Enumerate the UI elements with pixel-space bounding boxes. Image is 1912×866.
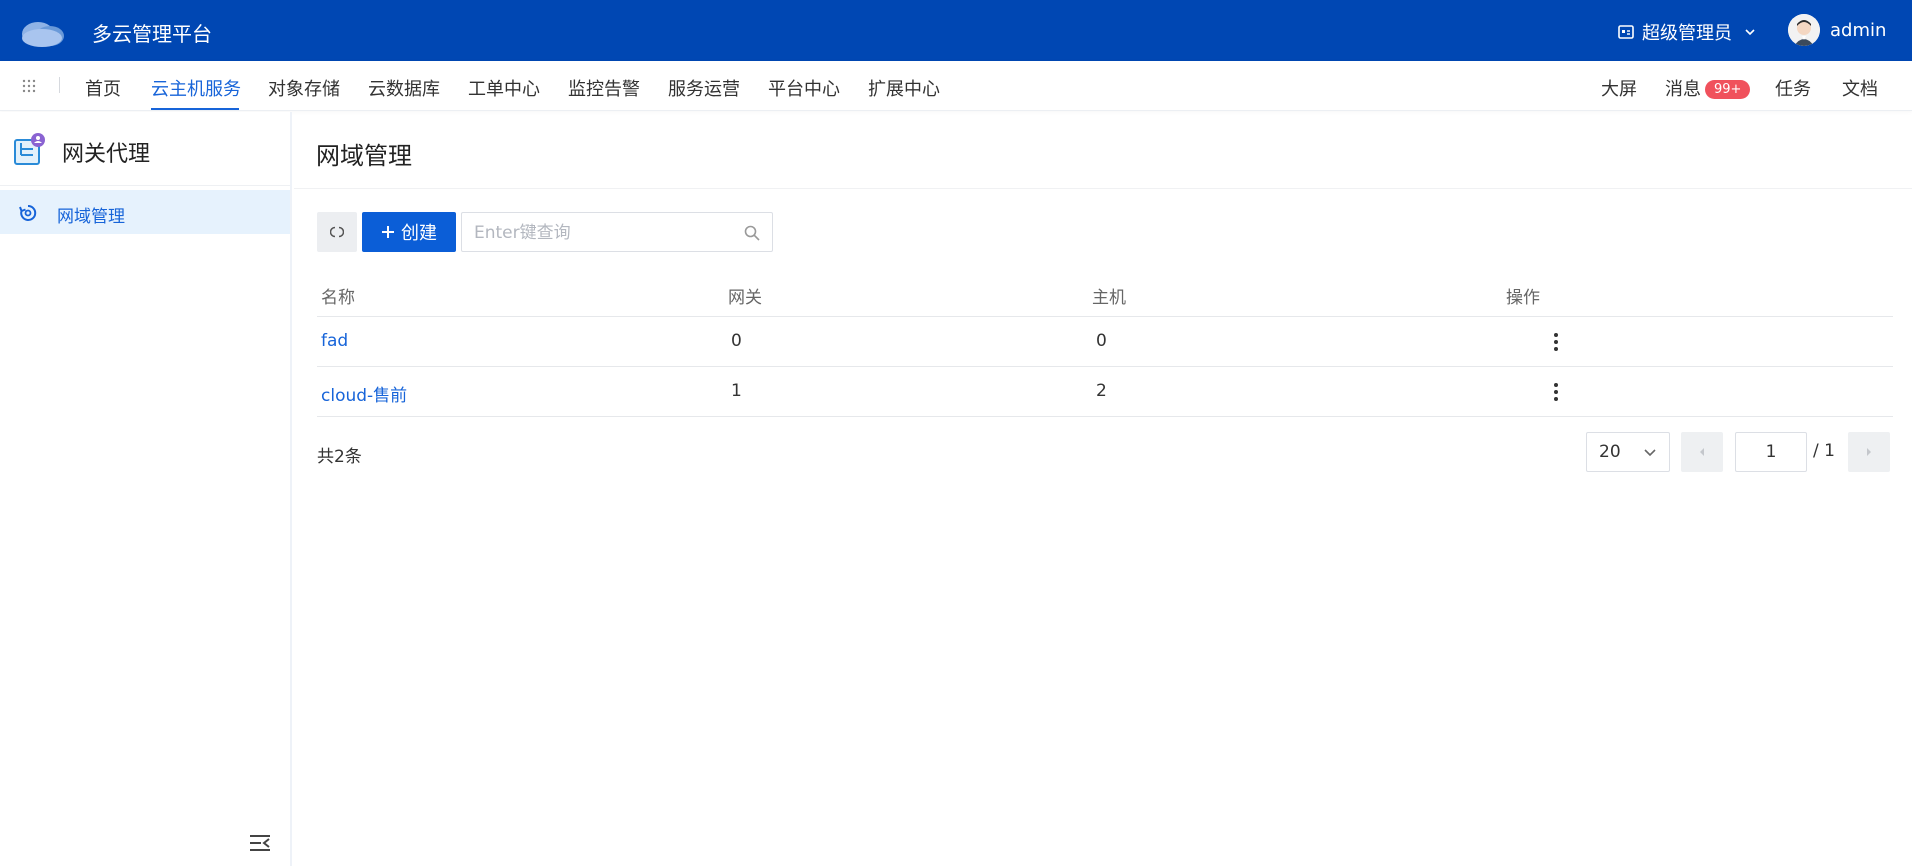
plus-icon (382, 226, 394, 238)
sidebar-header: 网关代理 (0, 112, 290, 186)
sidebar-item-domain-management[interactable]: 网域管理 (0, 190, 290, 234)
table-row: fad 0 0 (317, 317, 1893, 367)
nav-item-cloud-host[interactable]: 云主机服务 (151, 75, 241, 101)
search-icon[interactable] (744, 225, 760, 241)
column-header-host: 主机 (1092, 288, 1126, 308)
nav-bigscreen-link[interactable]: 大屏 (1601, 75, 1637, 101)
platform-name: 多云管理平台 (92, 22, 212, 46)
cloud-logo-icon[interactable] (18, 14, 66, 48)
active-tab-indicator (151, 108, 239, 110)
nav-item-ticket-center[interactable]: 工单中心 (468, 75, 540, 101)
page-title: 网域管理 (316, 142, 412, 170)
nav-item-service-ops[interactable]: 服务运营 (668, 75, 740, 101)
collapse-sidebar-icon[interactable] (249, 834, 271, 852)
nav-item-extension-center[interactable]: 扩展中心 (868, 75, 940, 101)
gateway-proxy-icon (14, 133, 45, 165)
role-label: 超级管理员 (1642, 23, 1732, 44)
search-input[interactable] (474, 222, 734, 244)
main-content: 网域管理 创建 名称 网关 主机 操作 fad 0 0 (294, 112, 1912, 866)
prev-page-button[interactable] (1681, 432, 1723, 472)
row-name-link[interactable]: fad (321, 331, 348, 351)
sidebar: 网关代理 网域管理 (0, 112, 292, 866)
id-card-icon (1618, 25, 1634, 39)
user-menu[interactable]: admin (1788, 14, 1886, 46)
nav-item-monitoring[interactable]: 监控告警 (568, 75, 640, 101)
total-pages: / 1 (1813, 441, 1835, 461)
table-row: cloud-售前 1 2 (317, 367, 1893, 417)
title-divider (294, 188, 1912, 189)
page-size-value: 20 (1599, 442, 1621, 462)
next-page-button[interactable] (1848, 432, 1890, 472)
page-size-select[interactable]: 20 (1586, 432, 1670, 472)
caret-right-icon (1867, 448, 1871, 456)
refresh-icon (330, 226, 344, 238)
caret-left-icon (1700, 448, 1704, 456)
nav-item-platform-center[interactable]: 平台中心 (768, 75, 840, 101)
app-grid-icon[interactable] (22, 79, 36, 93)
column-header-name: 名称 (321, 288, 355, 308)
messages-badge: 99+ (1705, 80, 1751, 99)
nav-divider (59, 77, 60, 93)
row-gateway-count: 0 (731, 331, 742, 351)
refresh-button[interactable] (317, 212, 357, 252)
nav-item-home[interactable]: 首页 (85, 75, 121, 101)
nav-messages-link[interactable]: 消息 99+ (1665, 75, 1751, 101)
sidebar-title: 网关代理 (62, 142, 151, 167)
more-actions-icon[interactable] (1553, 332, 1559, 352)
total-count: 共2条 (317, 447, 362, 467)
domain-management-icon (19, 204, 37, 221)
nav-item-cloud-database[interactable]: 云数据库 (368, 75, 440, 101)
search-box (461, 212, 773, 252)
top-header: 多云管理平台 超级管理员 admin (0, 0, 1912, 61)
row-gateway-count: 1 (731, 381, 742, 401)
create-button-label: 创建 (401, 223, 437, 244)
nav-docs-link[interactable]: 文档 (1842, 75, 1878, 101)
nav-tasks-link[interactable]: 任务 (1775, 75, 1811, 101)
user-avatar-icon (1788, 14, 1820, 46)
row-host-count: 0 (1096, 331, 1107, 351)
more-actions-icon[interactable] (1553, 382, 1559, 402)
username: admin (1830, 19, 1887, 41)
chevron-down-icon (1745, 29, 1755, 36)
create-button[interactable]: 创建 (362, 212, 456, 252)
sidebar-item-label: 网域管理 (57, 207, 125, 227)
row-host-count: 2 (1096, 381, 1107, 401)
row-name-link[interactable]: cloud-售前 (321, 381, 407, 406)
chevron-down-icon (1644, 449, 1656, 457)
table-header: 名称 网关 主机 操作 (317, 272, 1893, 317)
column-header-actions: 操作 (1506, 288, 1540, 308)
domain-table: 名称 网关 主机 操作 fad 0 0 cloud-售前 1 2 (317, 272, 1893, 417)
avatar (1788, 14, 1820, 46)
messages-label: 消息 (1665, 79, 1701, 100)
column-header-gateway: 网关 (728, 288, 762, 308)
nav-item-object-storage[interactable]: 对象存储 (268, 75, 340, 101)
main-nav: 首页 云主机服务 对象存储 云数据库 工单中心 监控告警 服务运营 平台中心 扩… (0, 61, 1912, 111)
role-switcher[interactable]: 超级管理员 (1618, 19, 1756, 45)
page-number-input[interactable]: 1 (1735, 432, 1807, 472)
